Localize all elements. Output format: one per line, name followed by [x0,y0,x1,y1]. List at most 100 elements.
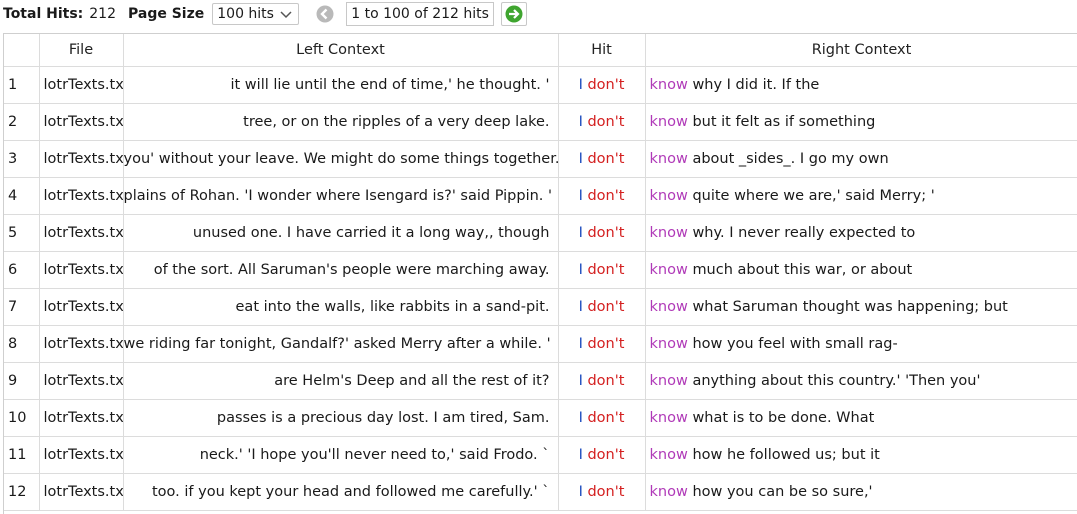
table-row[interactable]: 6 lotrTexts.txt of the sort. All Saruman's… [4,251,1077,289]
collocate-word: know [649,484,688,500]
column-header-left-context[interactable]: Left Context [123,34,559,67]
left-context-cell: plains of Rohan. 'I wonder where Isengar… [123,177,559,215]
page-size-select[interactable]: 100 hits [212,3,300,25]
column-header-right-context[interactable]: Right Context [645,34,1077,67]
right-context-cell: know about _sides_. I go my own [645,140,1077,178]
hit-cell: I don't [558,362,646,400]
row-number: 12 [4,473,40,511]
page-size-label: Page Size [128,6,205,22]
column-header-file[interactable]: File [39,34,124,67]
right-context-text: how he followed us; but it [692,447,880,463]
hit-word-1: I [578,373,583,389]
collocate-word: know [649,114,688,130]
table-row[interactable]: 7 lotrTexts.txt eat into the walls, like r… [4,288,1077,326]
table-row[interactable]: 11 lotrTexts.txt neck.' 'I hope you'll nev… [4,436,1077,474]
table-row[interactable]: 8 lotrTexts.txt we riding far tonight, Gan… [4,325,1077,363]
right-context-cell: know quite where we are,' said Merry; ' [645,177,1077,215]
left-context-cell: unused one. I have carried it a long way… [123,214,559,252]
table-row[interactable]: 3 lotrTexts.txt you' without your leave. W… [4,140,1077,178]
row-number: 9 [4,362,40,400]
left-context-cell: are Helm's Deep and all the rest of it? [123,362,559,400]
table-row[interactable]: 10 lotrTexts.txt passes is a precious day … [4,399,1077,437]
hit-cell: I don't [558,66,646,104]
hit-word-2: don't [587,484,625,500]
table-row[interactable]: 4 lotrTexts.txt plains of Rohan. 'I wonder… [4,177,1077,215]
page-size-value: 100 hits [217,6,274,22]
hit-word-2: don't [587,447,625,463]
right-context-cell: know what Saruman thought was happening;… [645,288,1077,326]
hit-word-1: I [578,77,583,93]
hit-cell: I don't [558,436,646,474]
file-cell: lotrTexts.txt [39,177,124,215]
hit-cell: I don't [558,251,646,289]
table-row[interactable]: 1 lotrTexts.txt it will lie until the end … [4,66,1077,104]
hit-word-1: I [578,299,583,315]
hit-word-1: I [578,225,583,241]
table-row[interactable]: 9 lotrTexts.txt are Helm's Deep and all th… [4,362,1077,400]
column-header-index[interactable] [4,34,40,67]
hit-word-1: I [578,188,583,204]
hit-word-2: don't [587,77,625,93]
row-number: 2 [4,103,40,141]
previous-page-button[interactable] [313,3,337,25]
right-context-text: about _sides_. I go my own [692,151,889,167]
file-cell: lotrTexts.txt [39,436,124,474]
page-range-text: 1 to 100 of 212 hits [351,6,489,22]
right-context-text: anything about this country.' 'Then you' [692,373,981,389]
left-context-cell: passes is a precious day lost. I am tire… [123,399,559,437]
collocate-word: know [649,410,688,426]
left-context-cell: tree, or on the ripples of a very deep l… [123,103,559,141]
left-context-cell: we riding far tonight, Gandalf?' asked M… [123,325,559,363]
hit-word-2: don't [587,299,625,315]
collocate-word: know [649,188,688,204]
chevron-down-icon [280,11,292,19]
header-row: File Left Context Hit Right Context [4,34,1077,67]
hit-word-2: don't [587,225,625,241]
collocate-word: know [649,225,688,241]
hit-cell: I don't [558,177,646,215]
left-context-cell: of the sort. All Saruman's people were m… [123,251,559,289]
forward-arrow-icon [505,5,523,23]
row-number: 8 [4,325,40,363]
row-number: 5 [4,214,40,252]
file-cell: lotrTexts.txt [39,399,124,437]
file-cell: lotrTexts.txt [39,362,124,400]
hit-word-1: I [578,447,583,463]
hit-cell: I don't [558,103,646,141]
right-context-text: much about this war, or about [692,262,913,278]
row-number: 10 [4,399,40,437]
right-context-cell: know anything about this country.' 'Then… [645,362,1077,400]
results-toolbar: Total Hits: 212 Page Size 100 hits 1 to … [0,0,1077,28]
row-number: 3 [4,140,40,178]
collocate-word: know [649,262,688,278]
file-cell: lotrTexts.txt [39,288,124,326]
hit-word-2: don't [587,373,625,389]
right-context-cell: know how you can be so sure,' [645,473,1077,511]
hit-word-2: don't [587,410,625,426]
left-context-cell: you' without your leave. We might do som… [123,140,559,178]
right-context-text: why. I never really expected to [692,225,916,241]
right-context-text: how you feel with small rag- [692,336,898,352]
table-row[interactable]: 2 lotrTexts.txt tree, or on the ripples of… [4,103,1077,141]
column-header-hit[interactable]: Hit [558,34,646,67]
hit-cell: I don't [558,214,646,252]
next-page-button[interactable] [500,2,527,26]
right-context-text: why I did it. If the [692,77,820,93]
file-cell: lotrTexts.txt [39,103,124,141]
table-row[interactable]: 5 lotrTexts.txt unused one. I have carried… [4,214,1077,252]
row-number: 6 [4,251,40,289]
right-context-cell: know but it felt as if something [645,103,1077,141]
hit-word-2: don't [587,336,625,352]
collocate-word: know [649,447,688,463]
file-cell: lotrTexts.txt [39,251,124,289]
hit-word-1: I [578,114,583,130]
row-number: 4 [4,177,40,215]
right-context-cell: know much about this war, or about [645,251,1077,289]
hit-word-1: I [578,262,583,278]
right-context-text: quite where we are,' said Merry; ' [692,188,935,204]
hit-cell: I don't [558,325,646,363]
table-row[interactable]: 12 lotrTexts.txt too. if you kept your hea… [4,473,1077,511]
results-grid[interactable]: File Left Context Hit Right Context 1 lot… [3,33,1077,514]
total-hits-label: Total Hits: [3,6,84,22]
file-cell: lotrTexts.txt [39,66,124,104]
